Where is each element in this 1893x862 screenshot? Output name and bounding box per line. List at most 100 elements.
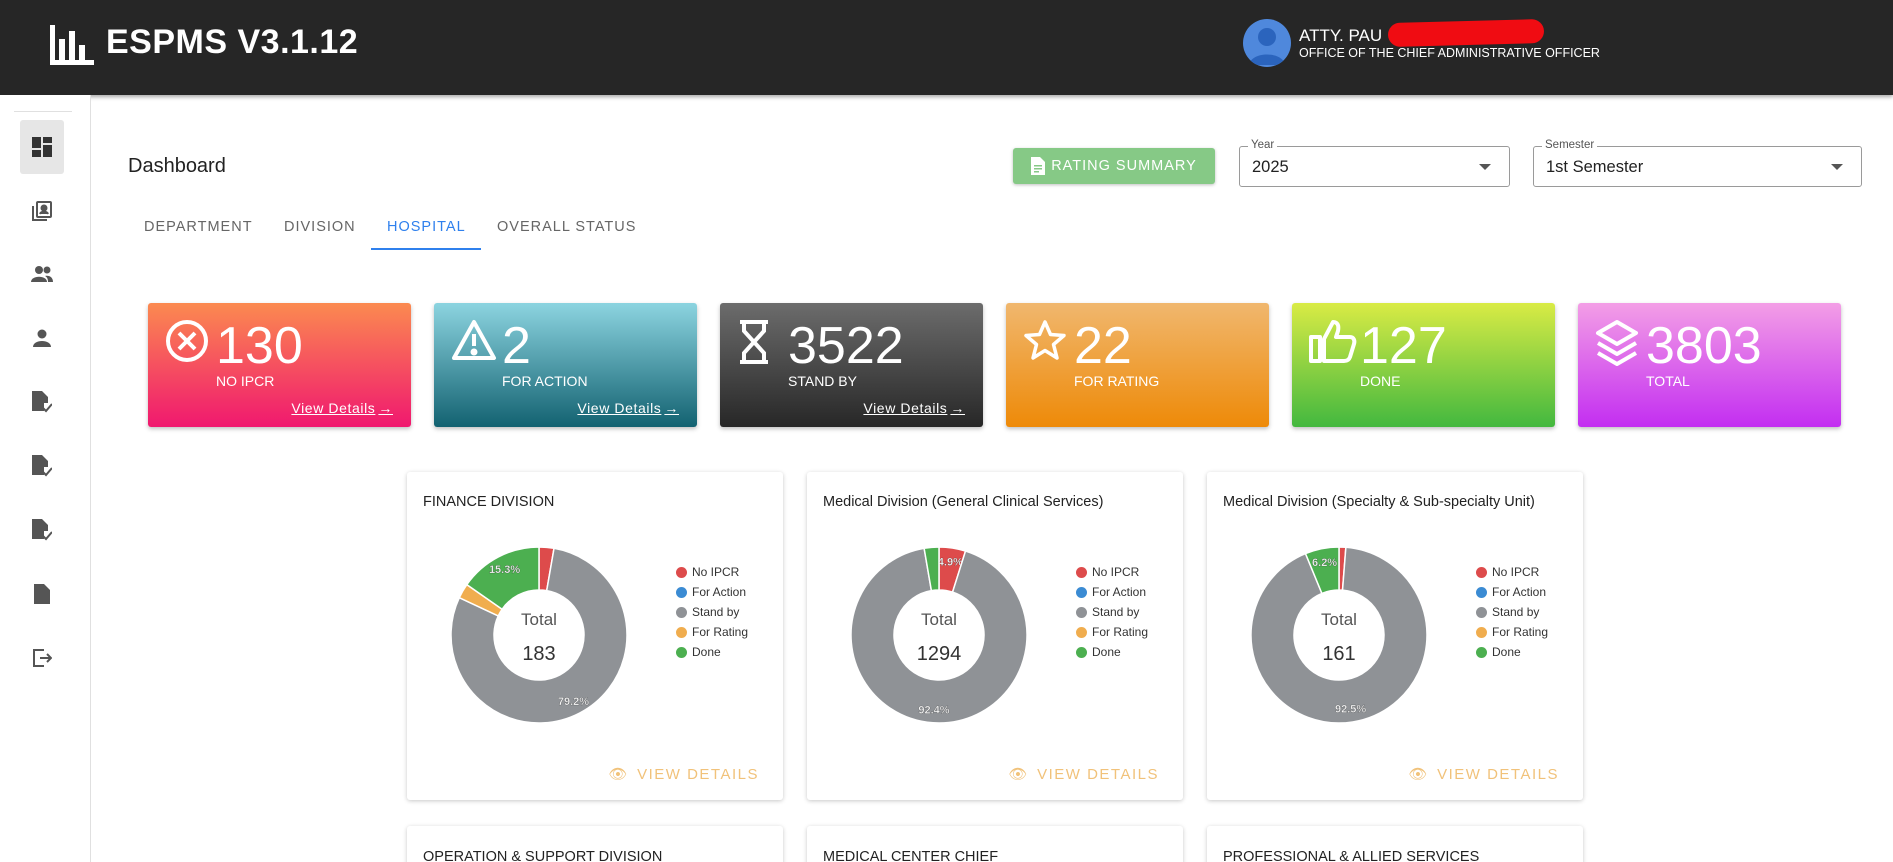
tab-hospital[interactable]: HOSPITAL [387, 219, 466, 235]
legend-item[interactable]: For Rating [676, 622, 748, 642]
sidebar-item-profile[interactable] [20, 311, 64, 365]
legend-item[interactable]: For Rating [1476, 622, 1548, 642]
legend-swatch [676, 586, 687, 598]
stat-card-for-rating: 22 FOR RATING [1006, 303, 1269, 427]
app-title: ESPMS V3.1.12 [106, 23, 359, 61]
year-select[interactable]: Year 2025 [1239, 139, 1510, 187]
legend-item[interactable]: Done [1476, 642, 1548, 662]
legend-label: For Action [1092, 585, 1147, 599]
chevron-down-icon [1831, 164, 1843, 170]
chart-card-operation-support: OPERATION & SUPPORT DIVISION [407, 826, 783, 862]
donut-total-label: Total [1321, 610, 1357, 629]
data-label: 6.2% [1312, 557, 1337, 569]
data-label: 79.2% [558, 696, 589, 708]
data-label: 92.4% [918, 704, 949, 716]
legend-swatch [676, 626, 687, 638]
view-details-label: View Details [291, 400, 376, 416]
tab-department[interactable]: DEPARTMENT [144, 219, 253, 235]
arrow-right-icon: → [950, 400, 965, 416]
legend-item[interactable]: No IPCR [1476, 562, 1548, 582]
logout-icon [33, 649, 52, 667]
legend-swatch [1476, 566, 1487, 578]
legend-label: For Action [692, 585, 747, 599]
semester-select[interactable]: Semester 1st Semester [1533, 139, 1862, 187]
eye-icon: 👁 [1408, 766, 1430, 783]
stat-card-no-ipcr: 130 NO IPCR View Details → [148, 303, 411, 427]
legend-swatch [1076, 606, 1087, 618]
legend-label: No IPCR [692, 565, 740, 579]
view-details-button[interactable]: 👁 VIEW DETAILS [1009, 765, 1159, 784]
layers-icon [1596, 320, 1638, 366]
legend-label: Done [1092, 645, 1121, 659]
stat-card-for-action: 2 FOR ACTION View Details → [434, 303, 697, 427]
legend-swatch [1076, 586, 1087, 598]
sidebar-item-ipcr-1[interactable] [20, 375, 64, 429]
person-icon [33, 329, 51, 347]
tab-overall-status[interactable]: OVERALL STATUS [497, 219, 636, 235]
legend-item[interactable]: Stand by [676, 602, 748, 622]
legend-item[interactable]: Done [1076, 642, 1148, 662]
cancel-circle-icon [166, 320, 208, 362]
eye-icon: 👁 [608, 766, 630, 783]
view-details-link[interactable]: View Details → [291, 400, 393, 416]
chart-card-medical-center-chief: MEDICAL CENTER CHIEF [807, 826, 1183, 862]
data-label: 15.3% [489, 564, 520, 576]
view-details-button[interactable]: 👁 VIEW DETAILS [1408, 765, 1559, 784]
donut-total-value: 1294 [917, 643, 962, 665]
group-icon [31, 266, 53, 282]
sidebar-item-ipcr-3[interactable] [20, 503, 64, 557]
tab-division[interactable]: DIVISION [284, 219, 356, 235]
chart-card-medical-general: Medical Division (General Clinical Servi… [807, 472, 1183, 800]
donut-total-label: Total [921, 610, 957, 629]
stat-value: 3522 [788, 317, 904, 375]
sidebar-item-records[interactable] [20, 184, 64, 238]
legend-label: No IPCR [1492, 565, 1540, 579]
sidebar-item-reports[interactable] [20, 567, 64, 621]
donut-total-value: 161 [1322, 643, 1355, 665]
stat-label: FOR ACTION [502, 373, 588, 389]
year-value: 2025 [1252, 158, 1289, 176]
legend-item[interactable]: Stand by [1476, 602, 1548, 622]
stat-label: DONE [1360, 373, 1401, 389]
sidebar-item-dashboard[interactable] [20, 120, 64, 174]
rating-summary-label: RATING SUMMARY [1051, 158, 1197, 174]
legend-swatch [676, 566, 687, 578]
legend-item[interactable]: For Rating [1076, 622, 1148, 642]
stat-value: 22 [1074, 317, 1132, 375]
sidebar-item-groups[interactable] [20, 247, 64, 301]
legend-label: Stand by [1492, 605, 1540, 619]
sidebar-item-logout[interactable] [20, 631, 64, 685]
legend-item[interactable]: For Action [1076, 582, 1148, 602]
view-details-label: VIEW DETAILS [1037, 765, 1159, 783]
chart-card-medical-specialty: Medical Division (Specialty & Sub-specia… [1207, 472, 1583, 800]
legend-item[interactable]: Stand by [1076, 602, 1148, 622]
legend-item[interactable]: For Action [676, 582, 748, 602]
view-details-link[interactable]: View Details → [577, 400, 679, 416]
rating-summary-button[interactable]: RATING SUMMARY [1013, 148, 1215, 184]
chart-legend: No IPCR For Action Stand by For Rating Done [1476, 562, 1548, 662]
thumbs-up-icon [1309, 320, 1357, 363]
chart-title: MEDICAL CENTER CHIEF [823, 849, 999, 862]
chart-title: PROFESSIONAL & ALLIED SERVICES [1223, 849, 1480, 862]
stat-card-done: 127 DONE [1292, 303, 1555, 427]
chart-card-finance-division: FINANCE DIVISION 79.2% 15.3% Total 183 No I… [407, 472, 783, 800]
sidebar [0, 95, 91, 862]
chart-title: FINANCE DIVISION [423, 494, 555, 510]
dashboard-icon [32, 137, 52, 157]
redaction-mark [1387, 18, 1545, 48]
donut-chart: 79.2% 15.3% Total 183 [450, 546, 628, 724]
legend-item[interactable]: No IPCR [676, 562, 748, 582]
view-details-link[interactable]: View Details → [863, 400, 965, 416]
legend-label: No IPCR [1092, 565, 1140, 579]
avatar[interactable] [1243, 19, 1291, 67]
view-details-button[interactable]: 👁 VIEW DETAILS [608, 765, 759, 784]
view-details-label: VIEW DETAILS [637, 765, 759, 783]
chart-card-professional-allied: PROFESSIONAL & ALLIED SERVICES [1207, 826, 1583, 862]
sidebar-item-ipcr-2[interactable] [20, 439, 64, 493]
legend-item[interactable]: For Action [1476, 582, 1548, 602]
legend-label: For Rating [1092, 625, 1149, 639]
legend-item[interactable]: No IPCR [1076, 562, 1148, 582]
stat-label: NO IPCR [216, 373, 275, 389]
legend-item[interactable]: Done [676, 642, 748, 662]
arrow-right-icon: → [664, 400, 679, 416]
